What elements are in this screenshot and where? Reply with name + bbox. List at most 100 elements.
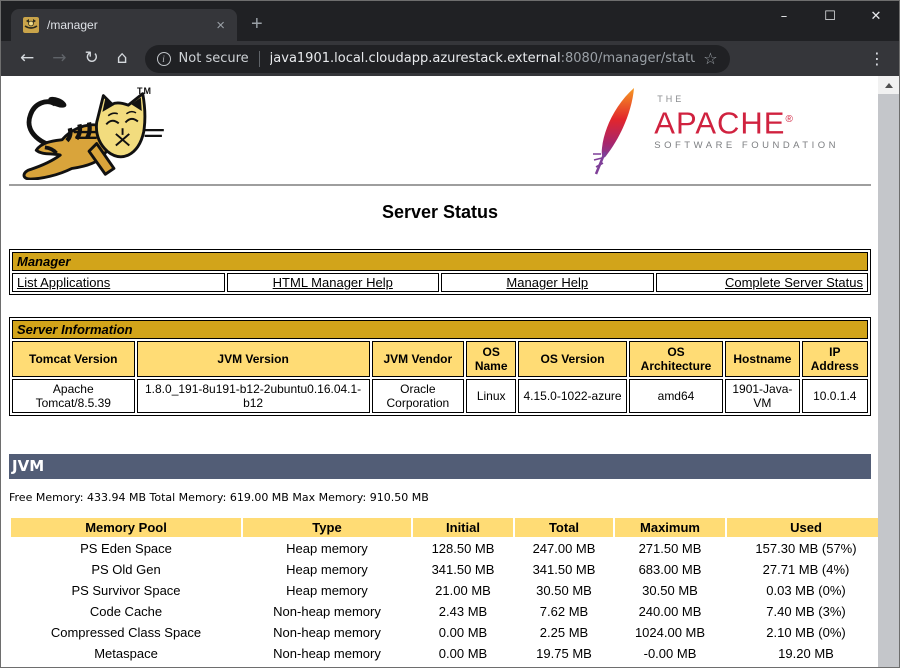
pool-total: 341.50 MB xyxy=(515,560,613,579)
pool-used: 157.30 MB (57%) xyxy=(727,539,879,558)
pool-initial: 341.50 MB xyxy=(413,560,513,579)
address-bar[interactable]: i Not secure java1901.local.cloudapp.azu… xyxy=(145,45,730,73)
pool-name: Code Cache xyxy=(11,602,241,621)
col-type: Type xyxy=(243,518,411,537)
os-architecture-value: amd64 xyxy=(629,379,723,413)
tab-title: /manager xyxy=(47,18,212,32)
apache-name-text: APACHE xyxy=(654,105,785,140)
tomcat-trademark: TM xyxy=(137,86,152,96)
reload-icon[interactable]: ↻ xyxy=(85,50,99,67)
security-label: Not secure xyxy=(179,51,249,66)
pool-initial: 0.00 MB xyxy=(413,644,513,663)
col-used: Used xyxy=(727,518,879,537)
link-list-applications[interactable]: List Applications xyxy=(17,275,110,290)
col-hostname: Hostname xyxy=(725,341,799,377)
tab-close-icon[interactable]: × xyxy=(212,18,229,33)
pool-used: 0.03 MB (0%) xyxy=(727,581,879,600)
jvm-section-title: JVM xyxy=(12,457,44,475)
col-os-version: OS Version xyxy=(518,341,627,377)
url-host: java1901.local.cloudapp.azurestack.exter… xyxy=(270,51,561,66)
col-os-architecture: OS Architecture xyxy=(629,341,723,377)
link-manager-help[interactable]: Manager Help xyxy=(506,275,588,290)
tomcat-favicon-icon xyxy=(23,17,39,33)
new-tab-button[interactable]: + xyxy=(251,11,263,37)
col-jvm-vendor: JVM Vendor xyxy=(372,341,464,377)
memory-summary: Free Memory: 433.94 MB Total Memory: 619… xyxy=(9,491,871,504)
pool-name: Compressed Class Space xyxy=(11,623,241,642)
tab-strip: /manager × + – ☐ ✕ xyxy=(1,1,899,41)
manager-table: Manager List Applications HTML Manager H… xyxy=(9,249,871,295)
server-info-section-title: Server Information xyxy=(12,320,868,339)
jvm-version-value: 1.8.0_191-8u191-b12-2ubuntu0.16.04.1-b12 xyxy=(137,379,370,413)
logo-header: TM THE xyxy=(9,84,871,182)
pool-type: Heap memory xyxy=(243,581,411,600)
os-name-value: Linux xyxy=(466,379,516,413)
manager-links-row: List Applications HTML Manager Help Mana… xyxy=(12,273,868,292)
col-memory-pool: Memory Pool xyxy=(11,518,241,537)
info-icon-glyph: i xyxy=(162,54,165,64)
pool-total: 30.50 MB xyxy=(515,581,613,600)
col-jvm-version: JVM Version xyxy=(137,341,370,377)
back-icon[interactable]: ← xyxy=(20,50,34,67)
apache-the: THE xyxy=(657,94,839,104)
apache-subtitle: SOFTWARE FOUNDATION xyxy=(654,140,839,151)
manager-section-title: Manager xyxy=(12,252,868,271)
browser-window: /manager × + – ☐ ✕ ← → ↻ ⌂ i Not secure … xyxy=(0,0,900,668)
server-info-value-row: Apache Tomcat/8.5.39 1.8.0_191-8u191-b12… xyxy=(12,379,868,413)
tomcat-version-value: Apache Tomcat/8.5.39 xyxy=(12,379,135,413)
apache-feather-icon xyxy=(590,86,648,178)
page-title: Server Status xyxy=(9,202,871,223)
home-icon[interactable]: ⌂ xyxy=(117,50,128,67)
browser-tab[interactable]: /manager × xyxy=(11,9,237,41)
col-tomcat-version: Tomcat Version xyxy=(12,341,135,377)
hostname-value: 1901-Java-VM xyxy=(725,379,799,413)
scrollbar-thumb[interactable] xyxy=(878,94,899,668)
pool-type: Non-heap memory xyxy=(243,602,411,621)
pool-type: Non-heap memory xyxy=(243,623,411,642)
server-info-header-row: Tomcat Version JVM Version JVM Vendor OS… xyxy=(12,341,868,377)
header-divider xyxy=(9,184,871,186)
pool-name: PS Old Gen xyxy=(11,560,241,579)
bookmark-star-icon[interactable]: ☆ xyxy=(703,49,717,68)
maximize-button[interactable]: ☐ xyxy=(807,1,853,31)
info-icon[interactable]: i xyxy=(157,52,171,66)
tomcat-logo: TM xyxy=(9,86,169,180)
link-html-manager-help[interactable]: HTML Manager Help xyxy=(273,275,393,290)
server-info-table: Server Information Tomcat Version JVM Ve… xyxy=(9,317,871,416)
table-row: Code Cache Non-heap memory 2.43 MB 7.62 … xyxy=(11,602,879,621)
pool-initial: 21.00 MB xyxy=(413,581,513,600)
col-os-name: OS Name xyxy=(466,341,516,377)
forward-icon[interactable]: → xyxy=(52,50,66,67)
memory-pool-table: Memory Pool Type Initial Total Maximum U… xyxy=(9,516,879,665)
minimize-button[interactable]: – xyxy=(761,1,807,31)
pool-initial: 2.43 MB xyxy=(413,602,513,621)
url-separator xyxy=(259,51,260,67)
table-row: PS Survivor Space Heap memory 21.00 MB 3… xyxy=(11,581,879,600)
pool-type: Heap memory xyxy=(243,560,411,579)
page-scrollbar[interactable] xyxy=(878,76,899,668)
os-version-value: 4.15.0-1022-azure xyxy=(518,379,627,413)
pool-maximum: 683.00 MB xyxy=(615,560,725,579)
pool-used: 2.10 MB (0%) xyxy=(727,623,879,642)
link-complete-server-status[interactable]: Complete Server Status xyxy=(725,275,863,290)
pool-maximum: 30.50 MB xyxy=(615,581,725,600)
pool-type: Heap memory xyxy=(243,539,411,558)
pool-maximum: 271.50 MB xyxy=(615,539,725,558)
close-button[interactable]: ✕ xyxy=(853,1,899,31)
scroll-up-button[interactable] xyxy=(878,76,899,94)
browser-menu-icon[interactable]: ⋮ xyxy=(869,49,885,68)
table-row: Metaspace Non-heap memory 0.00 MB 19.75 … xyxy=(11,644,879,663)
pool-initial: 0.00 MB xyxy=(413,623,513,642)
pool-total: 19.75 MB xyxy=(515,644,613,663)
pool-type: Non-heap memory xyxy=(243,644,411,663)
col-total: Total xyxy=(515,518,613,537)
pool-name: PS Survivor Space xyxy=(11,581,241,600)
apache-name: APACHE® xyxy=(654,104,839,139)
pool-maximum: -0.00 MB xyxy=(615,644,725,663)
scroll-up-arrow-icon xyxy=(885,83,893,88)
apache-logo: THE APACHE® SOFTWARE FOUNDATION xyxy=(590,86,839,178)
pool-total: 247.00 MB xyxy=(515,539,613,558)
pool-used: 7.40 MB (3%) xyxy=(727,602,879,621)
pool-initial: 128.50 MB xyxy=(413,539,513,558)
jvm-vendor-value: Oracle Corporation xyxy=(372,379,464,413)
